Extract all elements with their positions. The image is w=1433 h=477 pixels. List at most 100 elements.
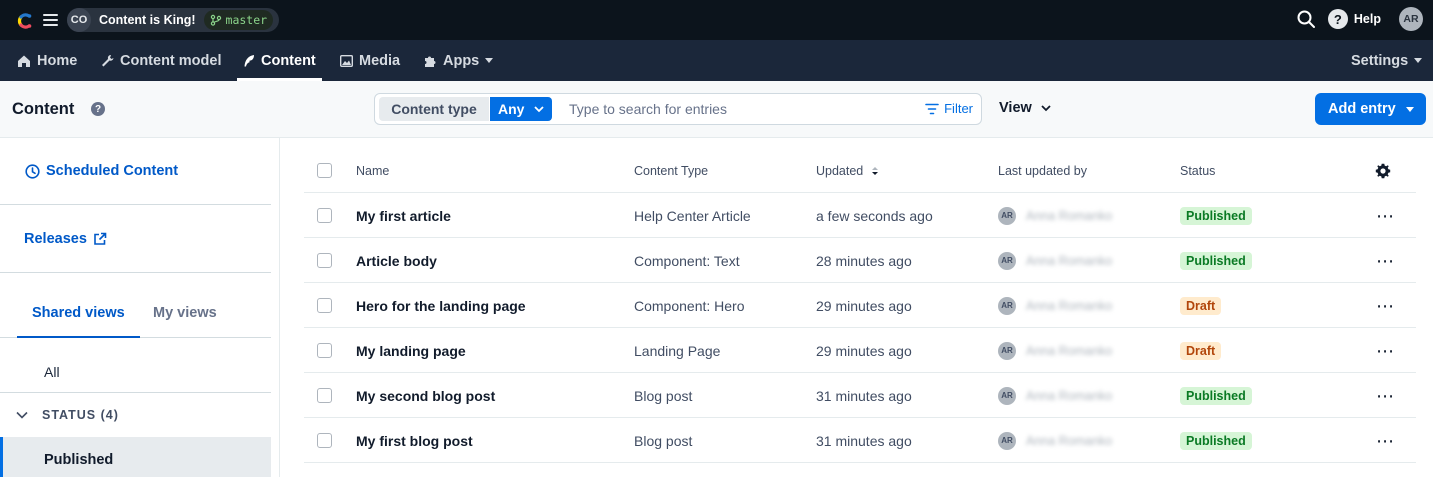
content-type-select[interactable]: Any — [490, 97, 552, 121]
table-row[interactable]: My second blog post Blog post 31 minutes a… — [304, 373, 1416, 418]
more-actions-icon[interactable]: ⋯ — [1376, 387, 1395, 405]
tab-my-views[interactable]: My views — [153, 305, 217, 321]
nav-content-model-label: Content model — [120, 52, 222, 69]
nav-content[interactable]: Content — [237, 40, 322, 81]
chevron-down-icon — [485, 58, 494, 63]
filter-button[interactable]: Filter — [925, 101, 973, 116]
divider — [0, 272, 271, 273]
search-input[interactable]: Type to search for entries — [569, 101, 727, 117]
row-checkbox[interactable] — [317, 208, 332, 223]
row-checkbox[interactable] — [317, 343, 332, 358]
row-checkbox[interactable] — [317, 433, 332, 448]
column-last-updated-by[interactable]: Last updated by — [998, 148, 1087, 193]
view-label: View — [999, 100, 1032, 116]
more-actions-icon[interactable]: ⋯ — [1376, 252, 1395, 270]
avatar: AR — [998, 341, 1016, 360]
status-badge: Draft — [1180, 296, 1222, 315]
gear-icon[interactable] — [1375, 163, 1391, 179]
view-published[interactable]: Published — [0, 437, 271, 477]
column-updated[interactable]: Updated — [816, 148, 879, 193]
updater-name: Anna Romanko — [1026, 253, 1113, 268]
entry-updated-by: AR Anna Romanko — [998, 238, 1112, 283]
column-status[interactable]: Status — [1180, 148, 1215, 193]
nav-media[interactable]: Media — [340, 40, 400, 81]
entry-updated: a few seconds ago — [816, 207, 933, 224]
space-switcher[interactable]: CO Content is King! master — [67, 8, 280, 32]
help-link[interactable]: Help — [1354, 12, 1381, 26]
entry-content-type: Landing Page — [634, 342, 721, 359]
view-button[interactable]: View — [999, 100, 1052, 116]
column-name[interactable]: Name — [356, 148, 389, 193]
status-group-label: STATUS (4) — [42, 408, 119, 422]
entry-name[interactable]: Hero for the landing page — [356, 283, 526, 328]
avatar: AR — [998, 251, 1016, 270]
add-entry-button[interactable]: Add entry — [1315, 93, 1426, 125]
more-actions-icon[interactable]: ⋯ — [1376, 207, 1395, 225]
table-row[interactable]: Hero for the landing page Component: Hero… — [304, 283, 1416, 328]
sort-icon — [872, 166, 879, 175]
table-row[interactable]: Article body Component: Text 28 minutes ag… — [304, 238, 1416, 283]
tab-shared-views[interactable]: Shared views — [17, 305, 140, 338]
entry-name[interactable]: My first article — [356, 193, 451, 238]
entry-updated: 31 minutes ago — [816, 432, 912, 449]
chevron-down-icon — [1041, 105, 1051, 112]
divider — [0, 204, 271, 205]
divider — [0, 392, 271, 393]
releases-label: Releases — [24, 231, 87, 247]
updater-name: Anna Romanko — [1026, 433, 1113, 448]
entry-updated-by: AR Anna Romanko — [998, 193, 1112, 238]
chevron-down-icon — [1406, 107, 1414, 112]
entry-updated-by: AR Anna Romanko — [998, 418, 1112, 463]
contentful-logo-icon[interactable] — [14, 10, 36, 32]
row-checkbox[interactable] — [317, 253, 332, 268]
scheduled-content-link[interactable]: Scheduled Content — [25, 163, 178, 179]
help-icon[interactable]: ? — [1327, 9, 1348, 29]
row-checkbox[interactable] — [317, 298, 332, 313]
avatar: AR — [998, 431, 1016, 450]
space-avatar: CO — [67, 8, 91, 32]
question-icon[interactable]: ? — [91, 102, 105, 116]
chevron-down-icon — [534, 106, 544, 113]
nav-home[interactable]: Home — [17, 40, 77, 81]
page-header: Content ? Content type Any Type to searc… — [0, 81, 1433, 138]
view-all[interactable]: All — [44, 364, 60, 380]
entry-name[interactable]: Article body — [356, 238, 437, 283]
entry-updated: 29 minutes ago — [816, 342, 912, 359]
more-actions-icon[interactable]: ⋯ — [1376, 297, 1395, 315]
more-actions-icon[interactable]: ⋯ — [1376, 432, 1395, 450]
add-entry-label: Add entry — [1328, 101, 1396, 117]
home-icon — [18, 55, 30, 67]
entry-content-type: Component: Text — [634, 252, 740, 269]
user-avatar[interactable]: AR — [1399, 7, 1423, 31]
entry-name[interactable]: My first blog post — [356, 418, 473, 463]
table-row[interactable]: My first article Help Center Article a few… — [304, 193, 1416, 238]
table-row[interactable]: My first blog post Blog post 31 minutes ag… — [304, 418, 1416, 463]
status-group-toggle[interactable]: STATUS (4) — [16, 408, 119, 422]
puzzle-icon — [425, 56, 436, 67]
row-checkbox[interactable] — [317, 388, 332, 403]
column-content-type[interactable]: Content Type — [634, 148, 708, 193]
entry-name[interactable]: My landing page — [356, 328, 466, 373]
nav-apps[interactable]: Apps — [423, 40, 494, 81]
filter-label: Filter — [944, 101, 973, 116]
status-badge: Published — [1180, 386, 1252, 405]
entry-search-bar[interactable]: Content type Any Type to search for entr… — [374, 93, 982, 125]
releases-link[interactable]: Releases — [24, 231, 107, 247]
views-tabs: Shared views My views — [0, 296, 271, 338]
updater-name: Anna Romanko — [1026, 343, 1113, 358]
more-actions-icon[interactable]: ⋯ — [1376, 342, 1395, 360]
chevron-down-icon — [1414, 58, 1423, 63]
nav-apps-label: Apps — [443, 52, 480, 69]
select-all-checkbox[interactable] — [317, 163, 332, 178]
table-row[interactable]: My landing page Landing Page 29 minutes ag… — [304, 328, 1416, 373]
nav-settings[interactable]: Settings — [1351, 40, 1423, 81]
nav-settings-label: Settings — [1351, 52, 1409, 69]
nav-content-model[interactable]: Content model — [101, 40, 222, 81]
entry-name[interactable]: My second blog post — [356, 373, 495, 418]
nav-home-label: Home — [37, 52, 78, 69]
entry-updated-by: AR Anna Romanko — [998, 328, 1112, 373]
avatar: AR — [998, 206, 1016, 225]
menu-icon[interactable] — [43, 14, 58, 26]
search-icon[interactable] — [1296, 9, 1316, 29]
environment-badge: master — [203, 10, 274, 30]
